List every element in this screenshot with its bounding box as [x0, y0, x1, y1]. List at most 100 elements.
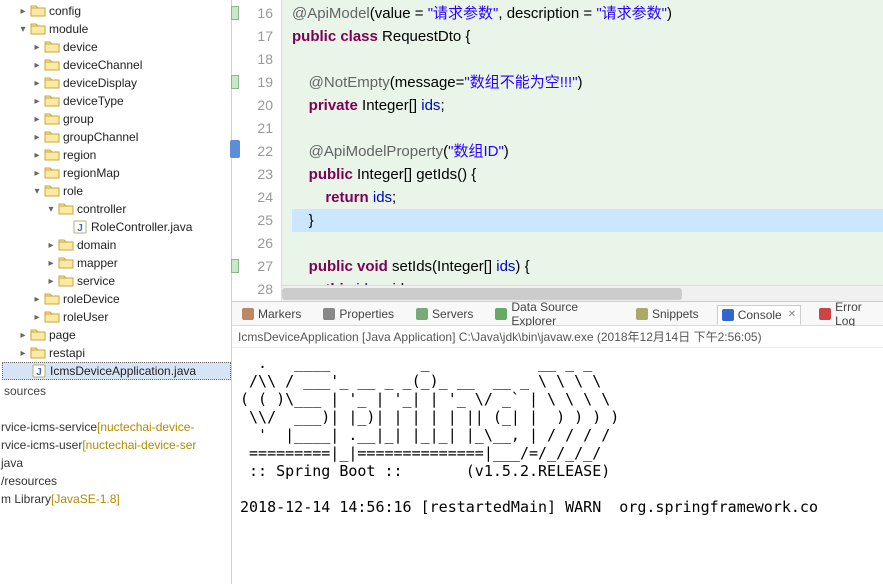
bookmark-icon[interactable]: [230, 140, 240, 158]
view-tab-console[interactable]: Console✕: [717, 305, 801, 325]
expand-icon[interactable]: [17, 364, 31, 378]
console-output[interactable]: . ____ _ __ _ _ /\\ / ___'_ __ _ _(_)_ _…: [232, 348, 883, 584]
project-entry[interactable]: rvice-icms-user [nuctechai-device-ser: [0, 436, 231, 454]
views-tabbar[interactable]: MarkersPropertiesServersData Source Expl…: [232, 302, 883, 326]
expand-icon[interactable]: ▾: [44, 202, 58, 216]
expand-icon[interactable]: ▾: [30, 184, 44, 198]
folder-icon: [58, 237, 74, 253]
code-editor[interactable]: 16171819202122232425262728 @ApiModel(val…: [232, 0, 883, 302]
code-line[interactable]: return ids;: [292, 186, 883, 209]
code-line[interactable]: [292, 232, 883, 255]
tree-item-label: groupChannel: [63, 130, 138, 144]
code-line[interactable]: @ApiModelProperty("数组ID"): [292, 140, 883, 163]
expand-icon[interactable]: ▸: [30, 76, 44, 90]
line-number[interactable]: 20: [232, 94, 273, 117]
expand-icon[interactable]: [58, 220, 72, 234]
tree-folder[interactable]: ▸ config: [2, 2, 231, 20]
folder-icon: [44, 111, 60, 127]
tree-folder[interactable]: ▾controller: [2, 200, 231, 218]
expand-icon[interactable]: ▸: [30, 40, 44, 54]
project-label: rvice-icms-service: [1, 420, 97, 434]
code-content[interactable]: @ApiModel(value = "请求参数", description = …: [282, 0, 883, 301]
expand-icon[interactable]: ▸: [30, 148, 44, 162]
expand-icon[interactable]: ▸: [30, 94, 44, 108]
expand-icon[interactable]: ▸: [30, 292, 44, 306]
tree-file[interactable]: JIcmsDeviceApplication.java: [2, 362, 231, 380]
expand-icon[interactable]: ▸: [16, 346, 30, 360]
tree-folder[interactable]: ▸ groupChannel: [2, 128, 231, 146]
tree-folder[interactable]: ▸regionMap: [2, 164, 231, 182]
tree-folder[interactable]: ▸page: [2, 326, 231, 344]
expand-icon[interactable]: ▸: [30, 58, 44, 72]
code-line[interactable]: @ApiModel(value = "请求参数", description = …: [292, 2, 883, 25]
project-entry[interactable]: /resources: [0, 472, 231, 490]
code-line[interactable]: [292, 48, 883, 71]
package-explorer[interactable]: ▸config▾module▸device▸deviceChannel▸devi…: [0, 0, 232, 584]
tree-folder[interactable]: ▸roleUser: [2, 308, 231, 326]
change-marker-icon[interactable]: [231, 6, 239, 20]
project-entry[interactable]: java: [0, 454, 231, 472]
view-tab-snippets[interactable]: Snippets: [632, 305, 703, 323]
code-line[interactable]: private Integer[] ids;: [292, 94, 883, 117]
tree-item-label: module: [49, 22, 88, 36]
project-label: rvice-icms-user: [1, 438, 82, 452]
project-entry[interactable]: rvice-icms-service [nuctechai-device-: [0, 418, 231, 436]
tree-folder[interactable]: ▸deviceDisplay: [2, 74, 231, 92]
line-number[interactable]: 18: [232, 48, 273, 71]
tree-folder[interactable]: ▸restapi: [2, 344, 231, 362]
change-marker-icon[interactable]: [231, 259, 239, 273]
expand-icon[interactable]: ▸: [30, 166, 44, 180]
view-tab-properties[interactable]: Properties: [319, 305, 398, 323]
line-number[interactable]: 28: [232, 278, 273, 301]
tree-folder[interactable]: ▸roleDevice: [2, 290, 231, 308]
tree-folder[interactable]: ▾role: [2, 182, 231, 200]
code-line[interactable]: }: [292, 209, 883, 232]
tree-folder[interactable]: ▸deviceChannel: [2, 56, 231, 74]
expand-icon[interactable]: ▸: [44, 256, 58, 270]
view-tab-error-log[interactable]: Error Log: [815, 298, 883, 330]
line-number[interactable]: 16: [232, 2, 273, 25]
expand-icon[interactable]: ▸: [30, 130, 44, 144]
view-tab-markers[interactable]: Markers: [238, 305, 305, 323]
line-number[interactable]: 22: [232, 140, 273, 163]
expand-icon[interactable]: ▸: [16, 4, 30, 18]
code-line[interactable]: [292, 117, 883, 140]
expand-icon[interactable]: ▾: [16, 22, 30, 36]
code-line[interactable]: @NotEmpty(message="数组不能为空!!!"): [292, 71, 883, 94]
view-tab-data-source-explorer[interactable]: Data Source Explorer: [491, 298, 618, 330]
change-marker-icon[interactable]: [231, 75, 239, 89]
line-number[interactable]: 21: [232, 117, 273, 140]
snip-icon: [636, 308, 648, 320]
markers-icon: [242, 308, 254, 320]
line-number[interactable]: 26: [232, 232, 273, 255]
tree-folder[interactable]: ▸region: [2, 146, 231, 164]
line-number[interactable]: 24: [232, 186, 273, 209]
tree-folder[interactable]: ▸deviceType: [2, 92, 231, 110]
tree-file[interactable]: JRoleController.java: [2, 218, 231, 236]
tree-folder[interactable]: ▾ module: [2, 20, 231, 38]
tree-folder[interactable]: ▸service: [2, 272, 231, 290]
code-line[interactable]: public class RequestDto {: [292, 25, 883, 48]
line-number[interactable]: 23: [232, 163, 273, 186]
tree-item-label: config: [49, 4, 81, 18]
tree-folder[interactable]: ▸mapper: [2, 254, 231, 272]
expand-icon[interactable]: ▸: [16, 328, 30, 342]
close-icon[interactable]: ✕: [788, 309, 796, 320]
tree-folder[interactable]: ▸domain: [2, 236, 231, 254]
expand-icon[interactable]: ▸: [44, 274, 58, 288]
code-line[interactable]: public Integer[] getIds() {: [292, 163, 883, 186]
line-number[interactable]: 25: [232, 209, 273, 232]
line-number[interactable]: 19: [232, 71, 273, 94]
expand-icon[interactable]: ▸: [44, 238, 58, 252]
line-number-gutter[interactable]: 16171819202122232425262728: [232, 0, 282, 301]
tree-folder[interactable]: ▸device: [2, 38, 231, 56]
line-number[interactable]: 17: [232, 25, 273, 48]
expand-icon[interactable]: ▸: [30, 112, 44, 126]
line-number[interactable]: 27: [232, 255, 273, 278]
tree-folder[interactable]: ▸group: [2, 110, 231, 128]
code-line[interactable]: public void setIds(Integer[] ids) {: [292, 255, 883, 278]
expand-icon[interactable]: ▸: [30, 310, 44, 324]
editor-h-scrollbar[interactable]: [282, 285, 883, 301]
view-tab-servers[interactable]: Servers: [412, 305, 477, 323]
project-entry[interactable]: m Library [JavaSE-1.8]: [0, 490, 231, 508]
